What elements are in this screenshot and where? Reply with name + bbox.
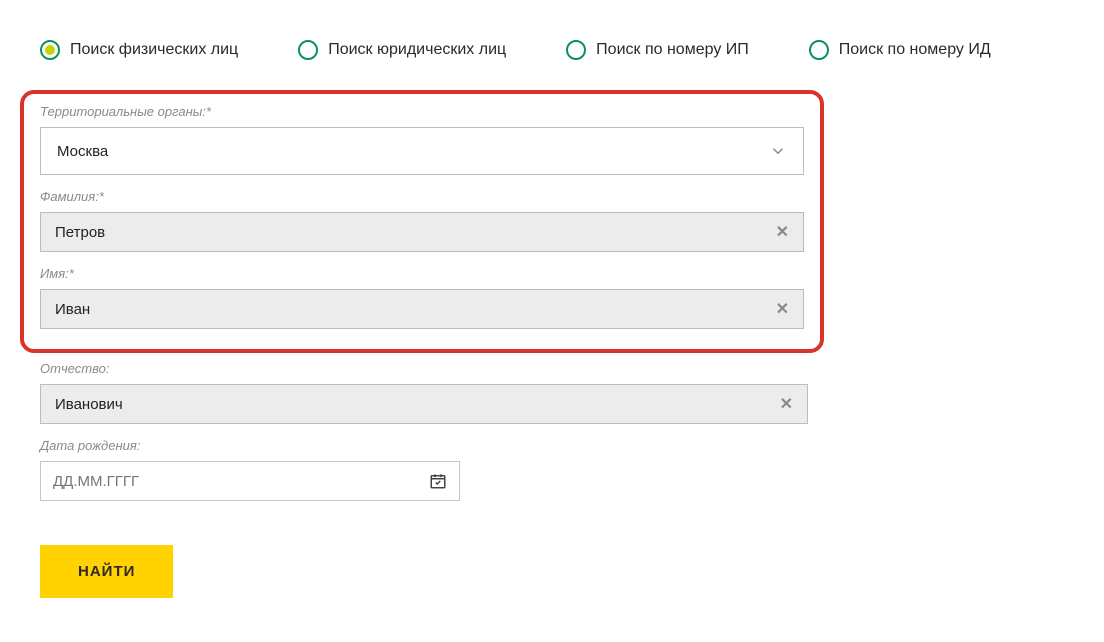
patronymic-label: Отчество: (40, 361, 808, 376)
radio-circle-icon (809, 40, 829, 60)
optional-fields-section: Отчество: ✕ Дата рождения: НАЙТИ (40, 361, 808, 598)
lastname-input-wrap: ✕ (40, 212, 804, 252)
territory-label: Территориальные органы:* (40, 104, 804, 119)
radio-physical-persons[interactable]: Поиск физических лиц (40, 40, 238, 60)
patronymic-field-group: Отчество: ✕ (40, 361, 808, 424)
radio-label: Поиск по номеру ИД (839, 41, 991, 59)
highlighted-required-section: Территориальные органы:* Москва Фамилия:… (20, 90, 824, 353)
radio-label: Поиск по номеру ИП (596, 41, 749, 59)
lastname-label: Фамилия:* (40, 189, 804, 204)
clear-icon[interactable]: ✕ (776, 299, 789, 319)
search-type-radio-row: Поиск физических лиц Поиск юридических л… (40, 40, 1064, 60)
territory-selected-value: Москва (57, 143, 108, 160)
clear-icon[interactable]: ✕ (780, 394, 793, 414)
radio-label: Поиск физических лиц (70, 41, 238, 59)
radio-circle-icon (566, 40, 586, 60)
firstname-input[interactable] (55, 301, 776, 318)
dob-field-group: Дата рождения: (40, 438, 808, 501)
firstname-field-group: Имя:* ✕ (40, 266, 804, 329)
patronymic-input-wrap: ✕ (40, 384, 808, 424)
clear-icon[interactable]: ✕ (776, 222, 789, 242)
firstname-label: Имя:* (40, 266, 804, 281)
dob-input-wrap (40, 461, 460, 501)
lastname-field-group: Фамилия:* ✕ (40, 189, 804, 252)
dob-input[interactable] (53, 473, 429, 490)
patronymic-input[interactable] (55, 396, 780, 413)
territory-select[interactable]: Москва (40, 127, 804, 175)
calendar-icon[interactable] (429, 472, 447, 490)
chevron-down-icon (769, 142, 787, 160)
dob-label: Дата рождения: (40, 438, 808, 453)
lastname-input[interactable] (55, 224, 776, 241)
radio-id-number[interactable]: Поиск по номеру ИД (809, 40, 991, 60)
radio-ip-number[interactable]: Поиск по номеру ИП (566, 40, 749, 60)
radio-legal-entities[interactable]: Поиск юридических лиц (298, 40, 506, 60)
radio-label: Поиск юридических лиц (328, 41, 506, 59)
firstname-input-wrap: ✕ (40, 289, 804, 329)
radio-circle-icon (40, 40, 60, 60)
radio-circle-icon (298, 40, 318, 60)
territory-field-group: Территориальные органы:* Москва (40, 104, 804, 175)
search-button[interactable]: НАЙТИ (40, 545, 173, 598)
